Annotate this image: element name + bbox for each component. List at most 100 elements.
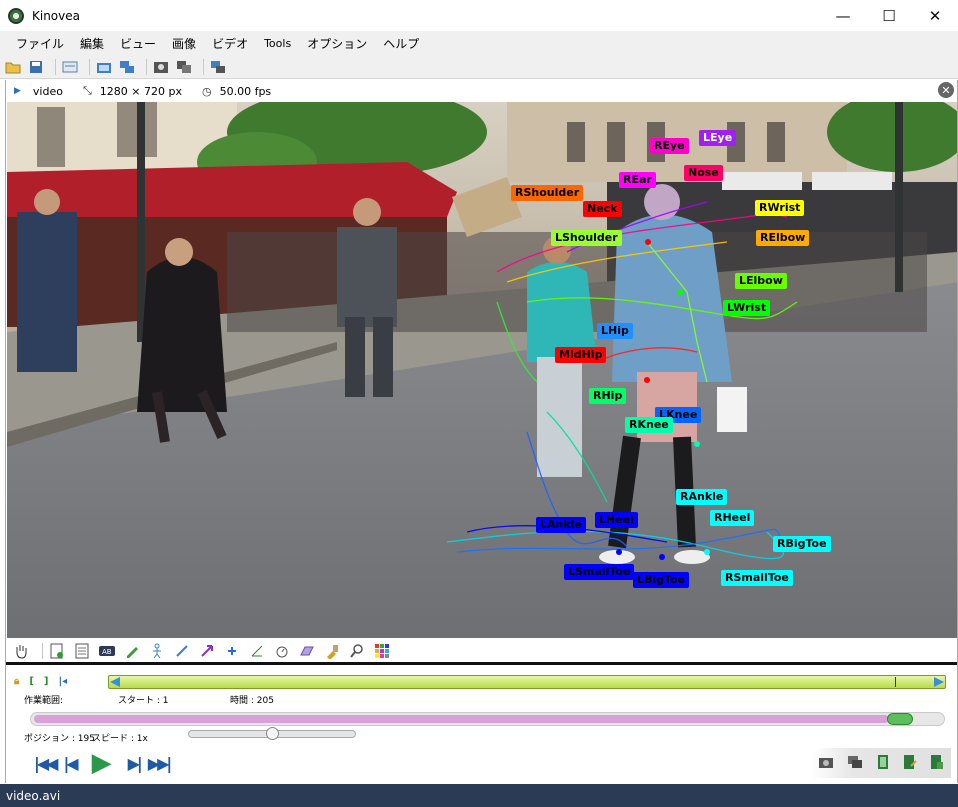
- keypoint-label-rsmalltoe[interactable]: RSmallToe: [721, 570, 793, 586]
- grid-tool-icon[interactable]: [298, 642, 316, 660]
- last-frame-icon[interactable]: ▶▶|: [148, 754, 173, 773]
- menu-view[interactable]: ビュー: [112, 35, 164, 52]
- working-zone-start-marker[interactable]: [110, 677, 120, 687]
- keypoint-label-lhip[interactable]: LHip: [597, 323, 633, 339]
- next-frame-icon[interactable]: ▶|: [128, 754, 143, 773]
- reset-range-icon[interactable]: |◂: [58, 676, 67, 687]
- keypoint-label-lsmalltoe[interactable]: LSmallToe: [564, 564, 635, 580]
- lock-icon[interactable]: 🔒︎: [14, 676, 19, 687]
- mixed-screen-icon[interactable]: [209, 59, 227, 75]
- keypoint-label-reye[interactable]: REye: [650, 138, 689, 154]
- line-tool-icon[interactable]: [173, 642, 191, 660]
- menu-video[interactable]: ビデオ: [204, 35, 256, 52]
- title-bar: Kinovea — ☐ ✕: [0, 0, 958, 31]
- keypoint-label-nose[interactable]: Nose: [684, 165, 723, 181]
- keypoint-label-rshoulder[interactable]: RShoulder: [511, 185, 584, 201]
- export-tools: [811, 748, 951, 778]
- keypoint-label-rankle[interactable]: RAnkle: [676, 489, 728, 505]
- maximize-button[interactable]: ☐: [866, 0, 912, 31]
- first-frame-icon[interactable]: |◀◀: [34, 754, 59, 773]
- label-tool-icon[interactable]: AB: [98, 642, 116, 660]
- hand-tool-icon[interactable]: [12, 642, 30, 660]
- pencil-tool-icon[interactable]: [123, 642, 141, 660]
- start-label: スタート : 1: [118, 696, 169, 706]
- keypoint-label-lbigtoe[interactable]: LBigToe: [633, 572, 690, 588]
- save-icon[interactable]: [27, 59, 45, 75]
- crosshair-tool-icon[interactable]: [223, 642, 241, 660]
- work-range-label: 作業範囲:: [24, 696, 64, 706]
- chronometer-tool-icon[interactable]: [273, 642, 291, 660]
- position-progress-fill: [34, 715, 889, 723]
- arrow-tool-icon[interactable]: [198, 642, 216, 660]
- menu-tools[interactable]: Tools: [256, 37, 299, 50]
- main-toolbar: [0, 55, 958, 79]
- previous-frame-icon[interactable]: |◀: [63, 754, 78, 773]
- speed-slider[interactable]: [188, 727, 356, 740]
- position-label: ポジション : 195: [24, 734, 95, 744]
- add-keyframe-icon[interactable]: [48, 642, 66, 660]
- keypoint-label-rhip[interactable]: RHip: [589, 388, 627, 404]
- color-palette-icon[interactable]: [373, 642, 391, 660]
- keypoint-label-rbigtoe[interactable]: RBigToe: [773, 536, 831, 552]
- comments-icon[interactable]: [73, 642, 91, 660]
- video-info-bar: ▶ video ⤡ 1280 × 720 px ◷ 50.00 fps ✕: [6, 80, 957, 102]
- working-zone-end-marker[interactable]: [934, 677, 944, 687]
- keypoint-label-leye[interactable]: LEye: [699, 130, 737, 146]
- keypoint-label-lheel[interactable]: LHeel: [595, 512, 638, 528]
- keypoint-label-neck[interactable]: Neck: [583, 201, 622, 217]
- dual-capture-icon[interactable]: [175, 59, 193, 75]
- menu-image[interactable]: 画像: [164, 35, 204, 52]
- browser-icon[interactable]: [61, 59, 79, 75]
- keypoint-label-lankle[interactable]: LAnkle: [536, 517, 586, 533]
- capture-screen-icon[interactable]: [152, 59, 170, 75]
- magnifier-tool-icon[interactable]: [348, 642, 366, 660]
- clock-icon: ◷: [201, 84, 212, 98]
- video-resolution: 1280 × 720 px: [99, 84, 182, 98]
- menu-bar: ファイル 編集 ビュー 画像 ビデオ Tools オプション ヘルプ: [0, 31, 958, 55]
- keypoint-label-rwrist[interactable]: RWrist: [755, 200, 805, 216]
- close-button[interactable]: ✕: [912, 0, 958, 31]
- playback-controls: 🔒︎ [ ] |◂ 作業範囲: スタート : 1 時間 : 205 ポジション …: [6, 668, 957, 783]
- angle-tool-icon[interactable]: [248, 642, 266, 660]
- snapshot-icon[interactable]: [818, 755, 834, 772]
- keypoint-label-rear[interactable]: REar: [619, 172, 656, 188]
- export-video-icon[interactable]: [877, 754, 889, 773]
- position-slider[interactable]: [30, 712, 945, 726]
- keypoint-label-relbow[interactable]: RElbow: [756, 230, 810, 246]
- set-start-bracket-icon[interactable]: [: [29, 676, 34, 687]
- window-title: Kinovea: [32, 8, 80, 23]
- menu-options[interactable]: オプション: [299, 35, 375, 52]
- export-edited-video-icon[interactable]: [903, 754, 917, 773]
- play-icon[interactable]: ▶: [92, 748, 112, 778]
- keypoint-label-lelbow[interactable]: LElbow: [735, 273, 787, 289]
- video-viewport[interactable]: LEye REye Nose REar RShoulder Neck RWris…: [7, 102, 957, 638]
- magnifier-paint-icon[interactable]: [323, 642, 341, 660]
- open-folder-icon[interactable]: [4, 59, 22, 75]
- menu-edit[interactable]: 編集: [72, 35, 112, 52]
- position-handle[interactable]: [887, 713, 914, 725]
- menu-file[interactable]: ファイル: [8, 35, 72, 52]
- close-video-icon[interactable]: ✕: [938, 82, 954, 98]
- kinovea-logo-icon: [8, 7, 24, 24]
- speed-knob[interactable]: [266, 727, 279, 740]
- working-zone-bar[interactable]: [108, 675, 946, 689]
- posture-tool-icon[interactable]: [148, 642, 166, 660]
- expand-chevron-icon[interactable]: ▶: [14, 86, 21, 96]
- video-frame-image: [7, 102, 957, 638]
- minimize-button[interactable]: —: [820, 0, 866, 31]
- menu-help[interactable]: ヘルプ: [375, 35, 427, 52]
- duration-label: 時間 : 205: [230, 696, 274, 706]
- keypoint-label-lshoulder[interactable]: LShoulder: [551, 230, 622, 246]
- set-end-bracket-icon[interactable]: ]: [44, 676, 49, 687]
- keypoint-label-rheel[interactable]: RHeel: [710, 510, 755, 526]
- drawing-toolbar: AB: [6, 639, 957, 665]
- dual-screen-icon[interactable]: [118, 59, 136, 75]
- keypoint-label-rknee[interactable]: RKnee: [625, 417, 673, 433]
- export-side-by-side-icon[interactable]: [930, 754, 944, 773]
- sequence-snapshot-icon[interactable]: [847, 755, 863, 772]
- keypoint-label-lwrist[interactable]: LWrist: [723, 300, 771, 316]
- keypoint-label-midhip[interactable]: MidHip: [555, 347, 607, 363]
- svg-text:AB: AB: [102, 648, 112, 656]
- player-panel: ▶ video ⤡ 1280 × 720 px ◷ 50.00 fps ✕ LE…: [5, 80, 958, 783]
- single-screen-icon[interactable]: [95, 59, 113, 75]
